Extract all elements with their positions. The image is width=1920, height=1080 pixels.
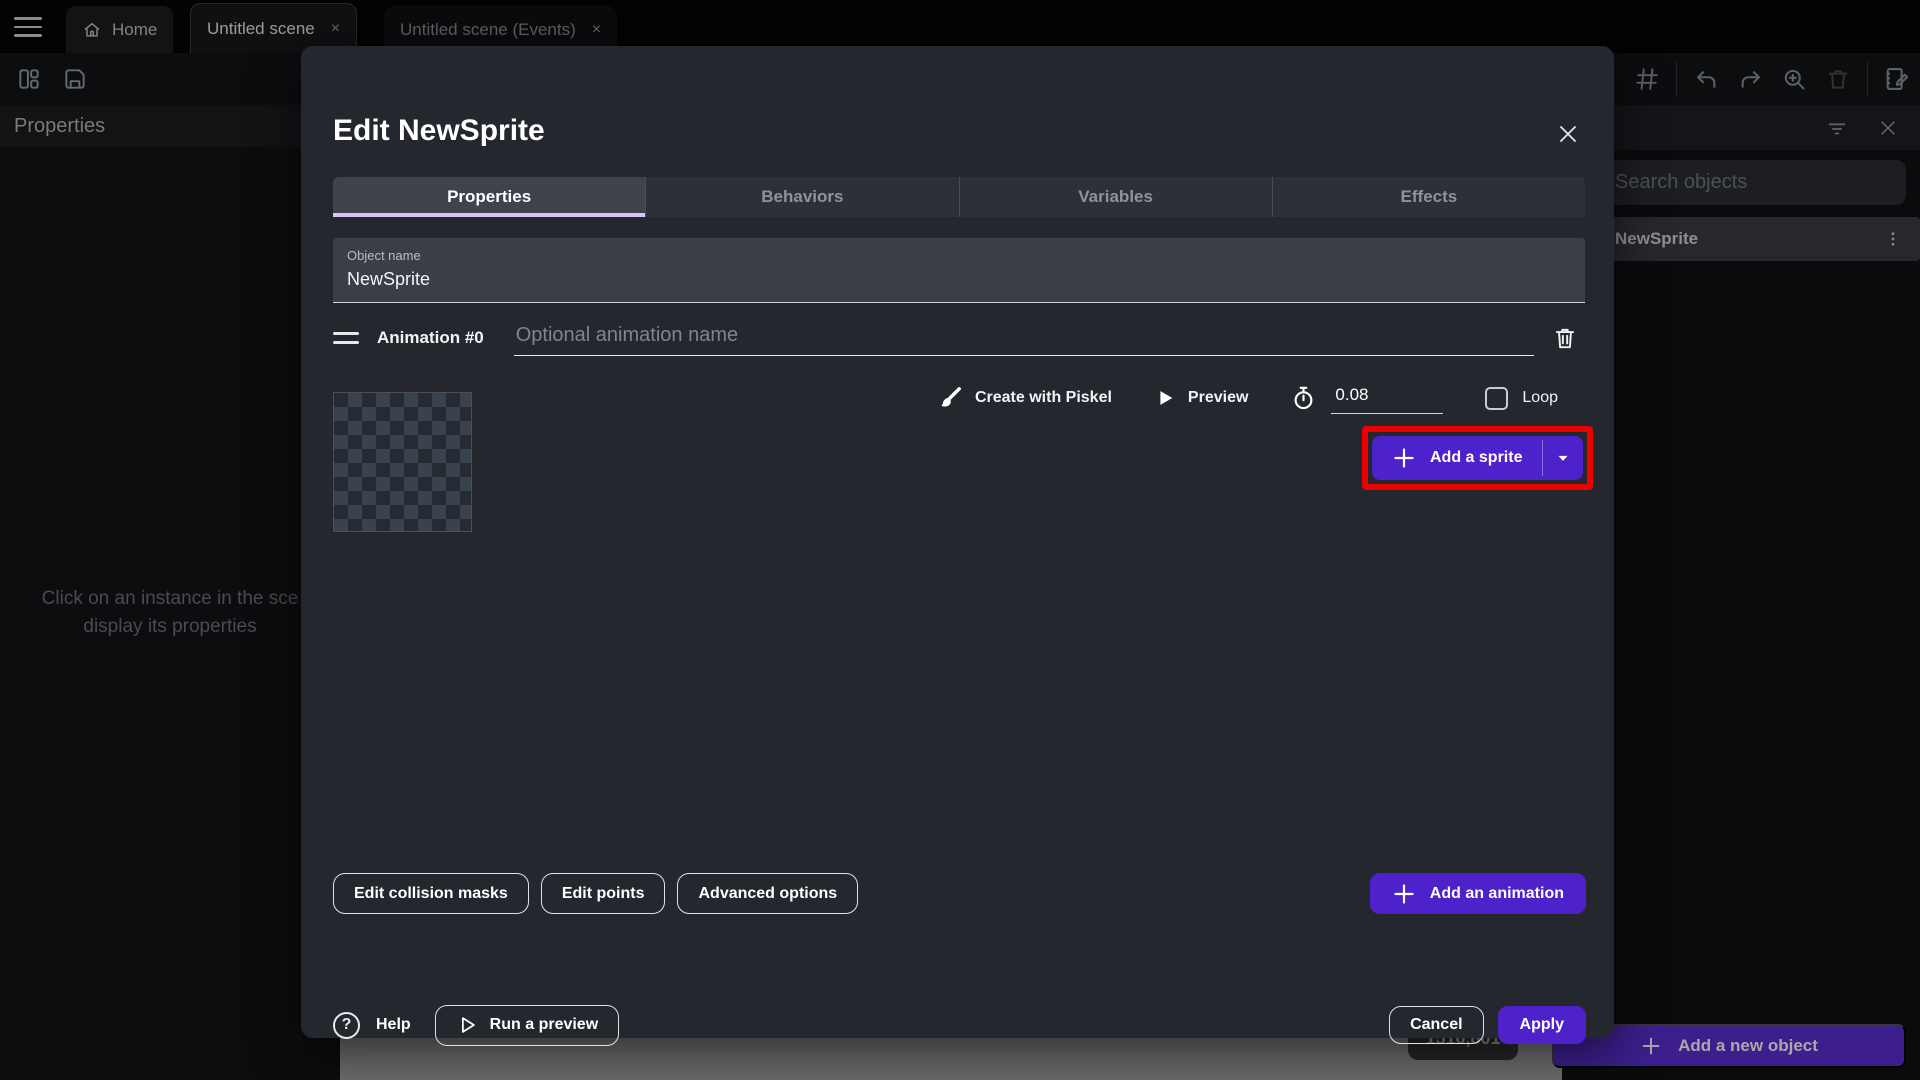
add-animation-button[interactable]: Add an animation [1370,873,1586,914]
edit-points-button[interactable]: Edit points [541,873,666,914]
animation-label: Animation #0 [377,328,484,348]
loop-label: Loop [1522,389,1558,407]
object-name-field[interactable]: Object name NewSprite [333,238,1585,303]
help-icon: ? [333,1012,360,1039]
tab-effects[interactable]: Effects [1272,177,1585,217]
play-icon [1154,387,1176,409]
preview-button[interactable]: Preview [1154,387,1248,409]
create-with-piskel-label: Create with Piskel [975,389,1112,407]
play-outline-icon [456,1014,478,1036]
animation-row: Animation #0 [333,318,1585,358]
run-a-preview-button[interactable]: Run a preview [435,1005,619,1046]
dialog-footer: ? Help Run a preview Cancel Apply [333,1003,1586,1047]
time-between-frames-input[interactable] [1331,383,1443,414]
animation-name-input[interactable] [514,320,1534,356]
brush-icon [937,385,963,411]
dialog-tab-bar: Properties Behaviors Variables Effects [333,177,1585,217]
delete-animation-trash-icon[interactable] [1552,325,1578,351]
help-button[interactable]: ? Help [333,1012,411,1039]
edit-collision-masks-button[interactable]: Edit collision masks [333,873,529,914]
cancel-button[interactable]: Cancel [1389,1006,1483,1044]
animation-controls-row: Create with Piskel Preview Loop [937,378,1558,418]
plus-icon [1392,882,1416,906]
preview-label: Preview [1188,389,1248,407]
add-sprite-dropdown-caret-icon[interactable] [1543,436,1583,480]
drag-handle-icon[interactable] [333,332,359,344]
advanced-options-button[interactable]: Advanced options [677,873,858,914]
plus-icon [1392,446,1416,470]
add-sprite-button[interactable]: Add a sprite [1372,436,1583,480]
loop-checkbox[interactable] [1485,387,1508,410]
apply-button[interactable]: Apply [1498,1006,1586,1044]
sprite-tools-row: Edit collision masks Edit points Advance… [333,873,858,914]
tab-properties[interactable]: Properties [333,177,645,217]
dialog-close-icon[interactable] [1552,118,1584,150]
dialog-title: Edit NewSprite [333,114,545,148]
add-sprite-label: Add a sprite [1430,449,1522,467]
edit-sprite-dialog: Edit NewSprite Properties Behaviors Vari… [301,46,1614,1038]
stopwatch-icon [1290,385,1317,412]
add-animation-label: Add an animation [1430,885,1564,903]
gdevelop-app: Home Untitled scene × Untitled scene (Ev… [0,0,1920,1080]
run-a-preview-label: Run a preview [490,1016,598,1034]
empty-sprite-thumbnail[interactable] [333,392,472,532]
object-name-field-label: Object name [347,248,1571,263]
tab-variables[interactable]: Variables [959,177,1272,217]
help-label: Help [376,1016,411,1034]
create-with-piskel-button[interactable]: Create with Piskel [937,385,1112,411]
tab-behaviors[interactable]: Behaviors [645,177,958,217]
add-sprite-highlight-box: Add a sprite [1362,426,1593,490]
object-name-field-value: NewSprite [347,269,1571,290]
